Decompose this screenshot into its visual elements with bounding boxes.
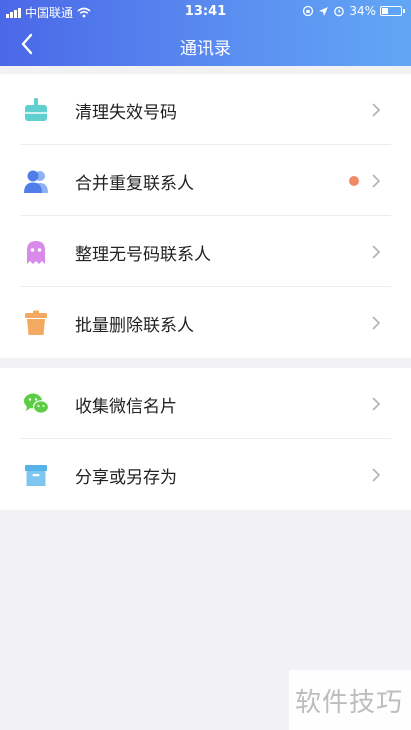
wechat-icon xyxy=(24,393,50,414)
ghost-icon xyxy=(27,241,45,264)
watermark-text: 软件技巧 xyxy=(295,688,404,718)
alarm-icon xyxy=(334,6,345,17)
status-bar: 中国联通 13:41 34% xyxy=(0,0,411,22)
battery-percent: 34% xyxy=(349,4,376,18)
menu-item-batch-delete[interactable]: 批量删除联系人 xyxy=(0,287,411,358)
menu-item-label: 整理无号码联系人 xyxy=(75,245,211,265)
chevron-right-icon xyxy=(372,316,381,330)
menu-item-label: 清理失效号码 xyxy=(75,103,177,123)
menu-item-merge-duplicates[interactable]: 合并重复联系人 xyxy=(0,145,411,216)
battery-icon xyxy=(380,6,402,16)
menu-item-label: 收集微信名片 xyxy=(75,397,177,417)
location-icon xyxy=(319,6,329,16)
cleanup-section: 清理失效号码 合并重复联系人 整理无号码联系人 批量删除联系人 xyxy=(0,74,411,358)
menu-item-label: 批量删除联系人 xyxy=(75,316,194,336)
rotation-lock-icon xyxy=(303,5,314,17)
share-section: 收集微信名片 分享或另存为 xyxy=(0,368,411,510)
menu-item-collect-wechat-cards[interactable]: 收集微信名片 xyxy=(0,368,411,439)
chevron-right-icon xyxy=(372,174,381,188)
menu-item-label: 合并重复联系人 xyxy=(75,174,194,194)
notification-dot xyxy=(349,176,359,186)
trash-icon xyxy=(25,310,47,335)
archive-box-icon xyxy=(25,465,47,486)
page-title: 通讯录 xyxy=(180,39,231,59)
chevron-right-icon xyxy=(372,397,381,411)
chevron-right-icon xyxy=(372,245,381,259)
nav-bar: 通讯录 xyxy=(0,22,411,66)
chevron-right-icon xyxy=(372,468,381,482)
contacts-icon xyxy=(24,170,48,193)
watermark: 软件技巧 xyxy=(289,670,411,730)
menu-item-organize-no-number[interactable]: 整理无号码联系人 xyxy=(0,216,411,287)
menu-item-label: 分享或另存为 xyxy=(75,468,177,488)
menu-item-share-or-save[interactable]: 分享或另存为 xyxy=(0,439,411,510)
menu-item-clean-invalid-numbers[interactable]: 清理失效号码 xyxy=(0,74,411,145)
header: 中国联通 13:41 34% 通讯录 xyxy=(0,0,411,66)
broom-icon xyxy=(25,98,47,121)
chevron-right-icon xyxy=(372,103,381,117)
